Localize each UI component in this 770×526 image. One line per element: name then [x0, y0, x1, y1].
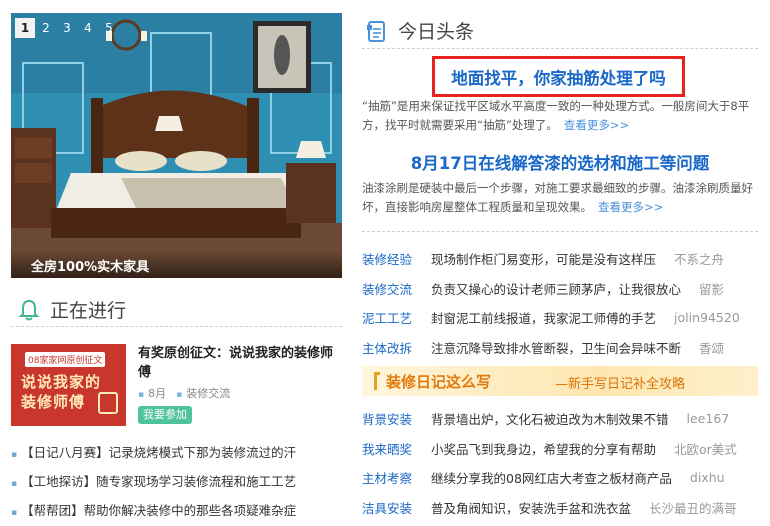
- news-row-category[interactable]: 主材考察: [362, 468, 431, 487]
- divider: [362, 231, 758, 232]
- thumb-headline: 说说我家的 装修师傅: [21, 372, 101, 412]
- news-row-title[interactable]: 背景墙出炉，文化石被迫改为木制效果不错: [431, 409, 669, 428]
- news-row: 装修交流 负责又操心的设计老师三顾茅庐，让我很放心 留影: [362, 274, 758, 304]
- news-row-category[interactable]: 洁具安装: [362, 498, 431, 517]
- join-button[interactable]: 我要参加: [138, 406, 192, 424]
- news-list-a: 装修经验 现场制作柜门易变形，可能是没有这样压 不系之舟 装修交流 负责又操心的设计老师…: [362, 244, 758, 362]
- bedroom-photo[interactable]: [11, 13, 342, 278]
- thumb-tag: 08家家网原创征文: [25, 352, 106, 367]
- list-item[interactable]: 【日记八月赛】记录烧烤模式下那为装修流过的汗: [11, 438, 342, 467]
- news-row-category[interactable]: 主体改拆: [362, 338, 431, 357]
- news-row: 泥工工艺 封窗泥工前线报道，我家泥工师傅的手艺 jolin94520: [362, 303, 758, 333]
- thumb-line-1: 说说我家的: [21, 373, 102, 391]
- news-row-author[interactable]: dixhu: [690, 470, 725, 485]
- list-item[interactable]: 【帮帮团】帮助你解决装修中的那些各项疑难杂症: [11, 496, 342, 525]
- slide-dot-4[interactable]: 4: [78, 18, 98, 38]
- news-header: 今日头条: [362, 13, 758, 49]
- featured-event: 08家家网原创征文 说说我家的 装修师傅 有奖原创征文：说说我家的装修师傅 8月…: [11, 344, 342, 428]
- news-row-category[interactable]: 装修经验: [362, 249, 431, 268]
- news-list-b: 背景安装 背景墙出炉，文化石被迫改为木制效果不错 lee167 我来晒奖 小奖品飞到我身…: [362, 404, 758, 522]
- news-row-title[interactable]: 继续分享我的08网红店大考查之板材商产品: [431, 468, 672, 487]
- slide-dot-2[interactable]: 2: [36, 18, 56, 38]
- slide-pagination: 12345: [15, 18, 119, 38]
- news-row-category[interactable]: 我来晒奖: [362, 439, 431, 458]
- banner-main-text: 装修日记这么写: [386, 373, 492, 391]
- news-row-author[interactable]: 留影: [699, 279, 724, 298]
- news-row-category[interactable]: 泥工工艺: [362, 308, 431, 327]
- news-row-category[interactable]: 装修交流: [362, 279, 431, 298]
- slide-dot-1[interactable]: 1: [15, 18, 35, 38]
- news-row-category[interactable]: 背景安装: [362, 409, 431, 428]
- news-row: 洁具安装 普及角阀知识，安装洗手盆和洗衣盆 长沙最丑的满哥: [362, 493, 758, 523]
- news-row: 装修经验 现场制作柜门易变形，可能是没有这样压 不系之舟: [362, 244, 758, 274]
- news-row-author[interactable]: 不系之舟: [674, 249, 724, 268]
- news-row-title[interactable]: 现场制作柜门易变形，可能是没有这样压: [431, 249, 656, 268]
- summary-2-text: 油漆涂刷是硬装中最后一个步骤，对施工要求最细致的步骤。油漆涂刷质量好坏，直接影响…: [362, 181, 753, 214]
- hero-slider[interactable]: 全房100%实木家具 12345: [11, 13, 342, 278]
- in-progress-list: 【日记八月赛】记录烧烤模式下那为装修流过的汗 【工地探访】随专家现场学习装修流程…: [11, 438, 342, 525]
- news-row-author[interactable]: 长沙最丑的满哥: [649, 498, 737, 517]
- news-row-title[interactable]: 负责又操心的设计老师三顾茅庐，让我很放心: [431, 279, 681, 298]
- thumb-line-2: 装修师傅: [21, 393, 86, 411]
- banner-sub-text: —新手写日记补全攻略: [555, 377, 686, 392]
- list-item[interactable]: 【工地探访】随专家现场学习装修流程和施工工艺: [11, 467, 342, 496]
- pen-icon: [98, 392, 118, 414]
- featured-event-title[interactable]: 有奖原创征文：说说我家的装修师傅: [138, 344, 342, 382]
- slide-caption: 全房100%实木家具: [11, 250, 342, 278]
- news-row-author[interactable]: 香颂: [699, 338, 724, 357]
- news-row-author[interactable]: 北欧or美式: [674, 439, 737, 458]
- slide-dot-3[interactable]: 3: [57, 18, 77, 38]
- featured-event-thumbnail[interactable]: 08家家网原创征文 说说我家的 装修师傅: [11, 344, 126, 426]
- more-link-1[interactable]: 查看更多>>: [564, 118, 629, 132]
- event-category[interactable]: 装修交流: [176, 385, 230, 401]
- diary-guide-banner[interactable]: 装修日记这么写 —新手写日记补全攻略: [362, 366, 758, 396]
- slide-dot-5[interactable]: 5: [99, 18, 119, 38]
- news-row: 主材考察 继续分享我的08网红店大考查之板材商产品 dixhu: [362, 463, 758, 493]
- headline-1-link[interactable]: 地面找平，你家抽筋处理了吗: [451, 65, 666, 89]
- headline-1-summary: “抽筋”是用来保证找平区域水平高度一致的一种处理方式。一般房间大于8平方，找平时…: [362, 97, 758, 135]
- news-row-title[interactable]: 封窗泥工前线报道，我家泥工师傅的手艺: [431, 308, 656, 327]
- news-row-author[interactable]: lee167: [687, 411, 730, 426]
- more-link-2[interactable]: 查看更多>>: [598, 200, 663, 214]
- newspaper-icon: [367, 20, 385, 42]
- news-title: 今日头条: [398, 21, 475, 43]
- headline-1-highlight: 地面找平，你家抽筋处理了吗: [432, 56, 685, 97]
- summary-1-text: “抽筋”是用来保证找平区域水平高度一致的一种处理方式。一般房间大于8平方，找平时…: [362, 99, 750, 132]
- bell-icon: [18, 299, 40, 320]
- headline-2-summary: 油漆涂刷是硬装中最后一个步骤，对施工要求最细致的步骤。油漆涂刷质量好坏，直接影响…: [362, 179, 758, 217]
- in-progress-title: 正在进行: [50, 300, 127, 322]
- news-row-title[interactable]: 普及角阀知识，安装洗手盆和洗衣盆: [431, 498, 631, 517]
- headline-2-link[interactable]: 8月17日在线解答漆的选材和施工等问题: [362, 150, 758, 174]
- news-row-title[interactable]: 注意沉降导致排水管断裂，卫生间会异味不断: [431, 338, 681, 357]
- news-row: 我来晒奖 小奖品飞到我身边，希望我的分享有帮助 北欧or美式: [362, 434, 758, 464]
- in-progress-header: 正在进行: [11, 293, 342, 327]
- featured-event-meta: 8月 装修交流: [138, 385, 230, 401]
- news-row: 主体改拆 注意沉降导致排水管断裂，卫生间会异味不断 香颂: [362, 333, 758, 363]
- news-row-author[interactable]: jolin94520: [674, 310, 740, 325]
- bracket-icon: [374, 372, 380, 390]
- event-month: 8月: [138, 385, 166, 401]
- news-row-title[interactable]: 小奖品飞到我身边，希望我的分享有帮助: [431, 439, 656, 458]
- news-row: 背景安装 背景墙出炉，文化石被迫改为木制效果不错 lee167: [362, 404, 758, 434]
